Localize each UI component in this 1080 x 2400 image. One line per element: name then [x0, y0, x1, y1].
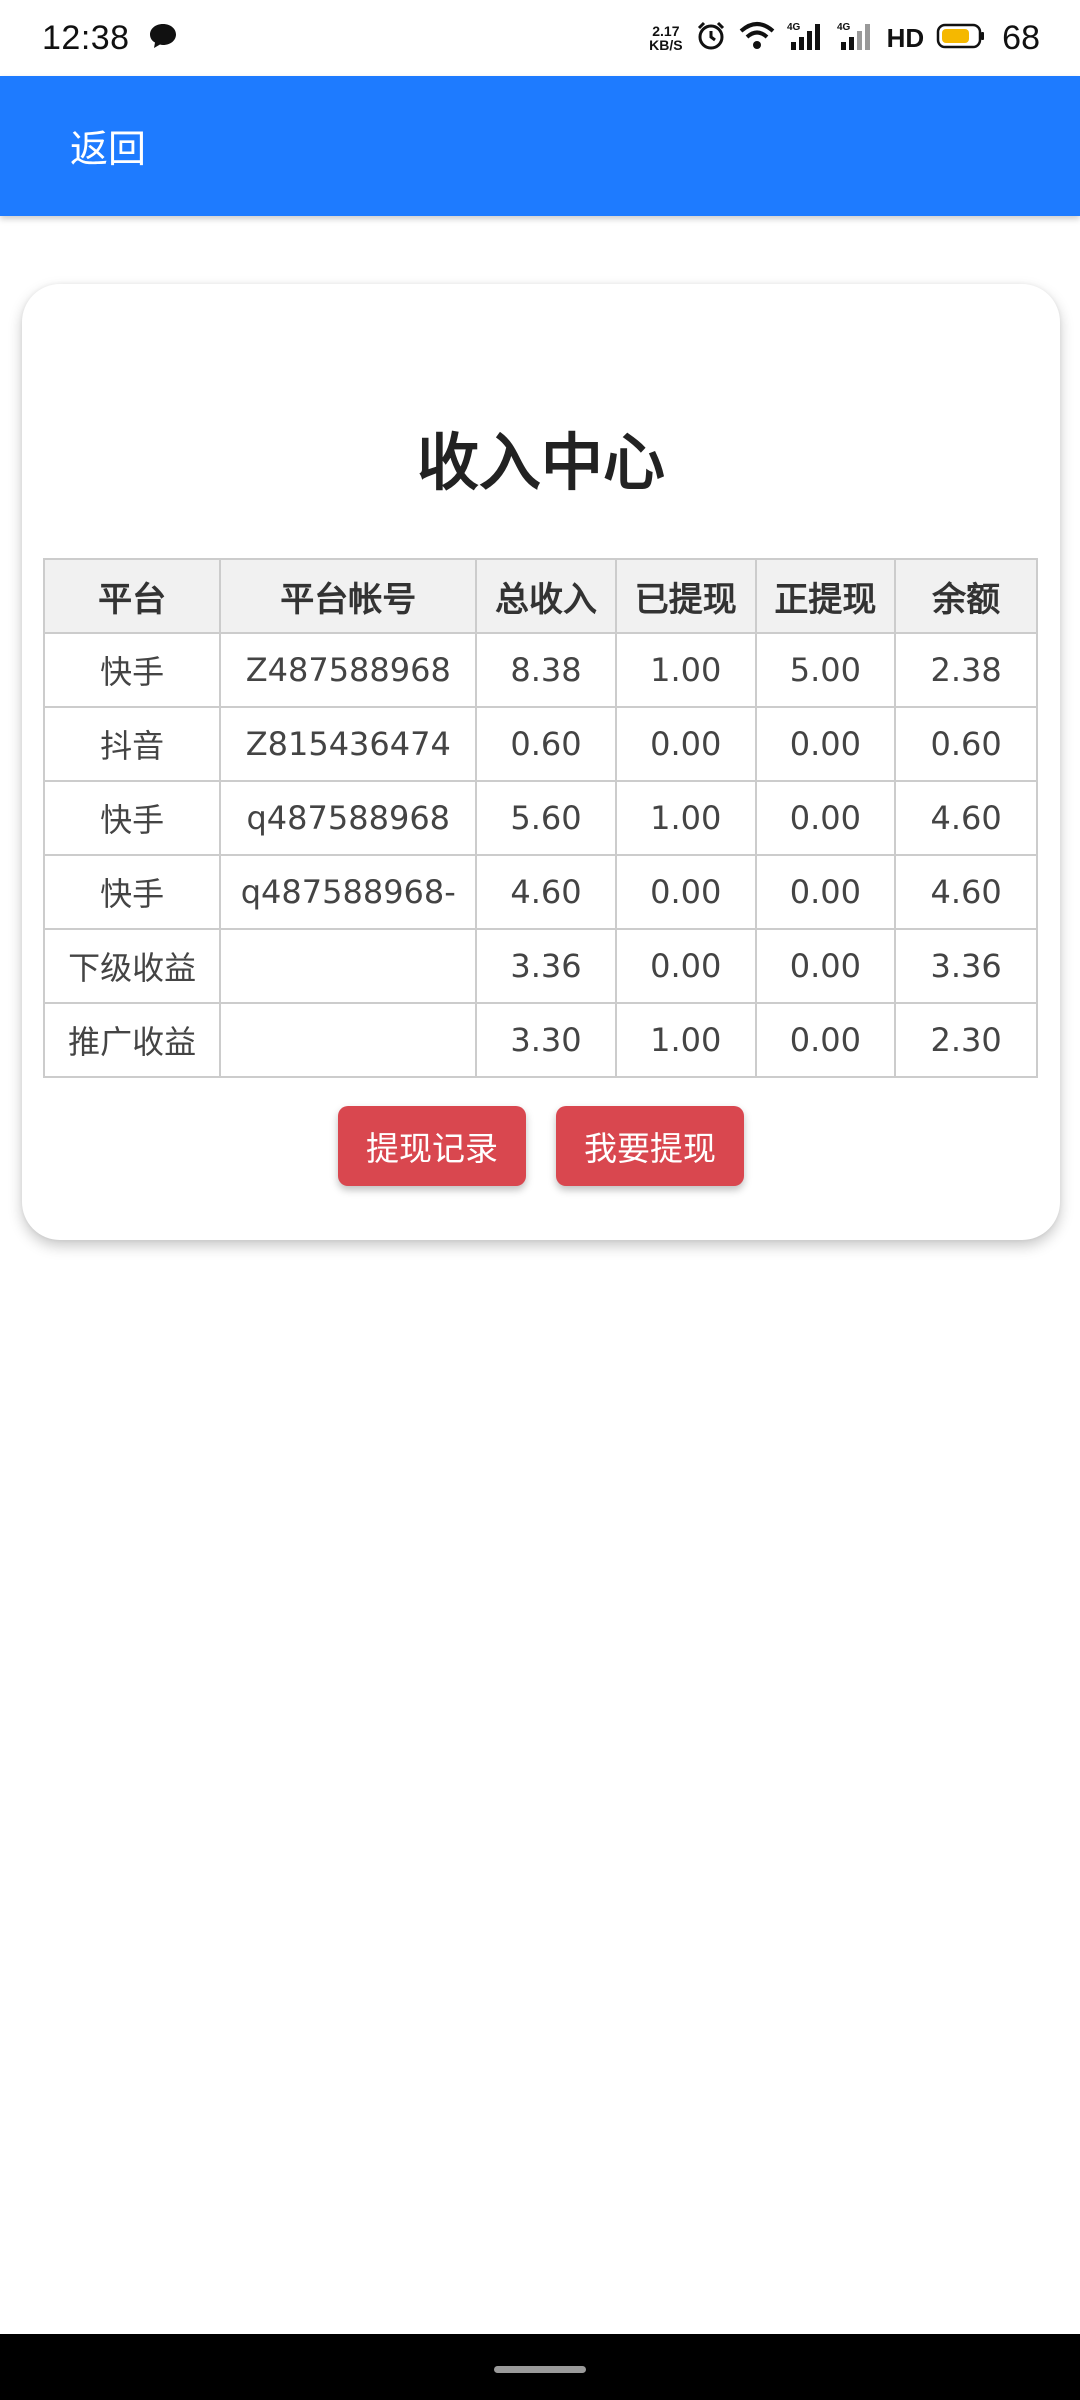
- cell-total-income: 8.38: [475, 632, 617, 708]
- income-table: 平台 平台帐号 总收入 已提现 正提现 余额 快手 Z487588968 8.3…: [42, 558, 1038, 1078]
- svg-text:4G: 4G: [787, 22, 801, 33]
- column-header-account: 平台帐号: [219, 558, 478, 634]
- cell-total-income: 4.60: [475, 854, 617, 930]
- cell-account: q487588968: [219, 780, 478, 856]
- net-speed-indicator: 2.17 KB/S: [649, 23, 683, 53]
- cell-total-income: 5.60: [475, 780, 617, 856]
- battery-percent: 68: [1002, 18, 1040, 57]
- table-header-row: 平台 平台帐号 总收入 已提现 正提现 余额: [42, 558, 1038, 634]
- withdraw-button[interactable]: 我要提现: [556, 1106, 744, 1186]
- cell-withdrawn: 0.00: [614, 706, 757, 782]
- cell-account: Z815436474: [219, 706, 478, 782]
- page-title: 收入中心: [416, 426, 665, 499]
- cell-platform: 快手: [42, 632, 222, 708]
- table-row: 快手 q487588968- 4.60 0.00 0.00 4.60: [42, 854, 1038, 930]
- status-bar: 12:38 2.17 KB/S 4G 4G HD 68: [0, 0, 1080, 76]
- table-row: 快手 q487588968 5.60 1.00 0.00 4.60: [42, 780, 1038, 856]
- cell-withdrawing: 5.00: [754, 632, 897, 708]
- battery-icon: [936, 22, 986, 54]
- cell-withdrawn: 0.00: [614, 854, 757, 930]
- cell-platform: 抖音: [42, 706, 222, 782]
- cell-balance: 3.36: [894, 928, 1038, 1004]
- column-header-withdrawing: 正提现: [754, 558, 897, 634]
- cell-platform: 快手: [42, 780, 222, 856]
- signal-4g-icon: 4G: [837, 20, 875, 56]
- column-header-total-income: 总收入: [475, 558, 617, 634]
- cell-account: q487588968-: [219, 854, 478, 930]
- cell-balance: 0.60: [894, 706, 1038, 782]
- svg-text:4G: 4G: [837, 22, 851, 33]
- back-button[interactable]: 返回: [70, 118, 146, 173]
- alarm-icon: [695, 20, 727, 56]
- cell-account: [219, 1002, 478, 1078]
- cell-account: [219, 928, 478, 1004]
- income-card: 收入中心 平台 平台帐号 总收入 已提现 正提现 余额 快手 Z48758896…: [22, 284, 1060, 1240]
- cell-balance: 4.60: [894, 780, 1038, 856]
- cell-total-income: 0.60: [475, 706, 617, 782]
- cell-account: Z487588968: [219, 632, 478, 708]
- action-buttons: 提现记录 我要提现: [22, 1106, 1060, 1186]
- app-header: 返回: [0, 76, 1080, 216]
- home-indicator[interactable]: [494, 2366, 586, 2373]
- cell-withdrawn: 1.00: [614, 780, 757, 856]
- cell-withdrawing: 0.00: [754, 780, 897, 856]
- cell-total-income: 3.36: [475, 928, 617, 1004]
- cell-withdrawing: 0.00: [754, 928, 897, 1004]
- cell-balance: 4.60: [894, 854, 1038, 930]
- message-icon: [148, 22, 178, 54]
- column-header-withdrawn: 已提现: [614, 558, 757, 634]
- cell-withdrawn: 0.00: [614, 928, 757, 1004]
- hd-indicator: HD: [886, 22, 925, 53]
- cell-platform: 推广收益: [42, 1002, 222, 1078]
- cell-platform: 下级收益: [42, 928, 222, 1004]
- cell-withdrawing: 0.00: [754, 1002, 897, 1078]
- cell-withdrawn: 1.00: [614, 1002, 757, 1078]
- table-row: 推广收益 3.30 1.00 0.00 2.30: [42, 1002, 1038, 1078]
- column-header-balance: 余额: [894, 558, 1038, 634]
- withdraw-records-button[interactable]: 提现记录: [338, 1106, 526, 1186]
- cell-withdrawing: 0.00: [754, 854, 897, 930]
- table-row: 下级收益 3.36 0.00 0.00 3.36: [42, 928, 1038, 1004]
- signal-4g-icon: 4G: [787, 20, 825, 56]
- cell-total-income: 3.30: [475, 1002, 617, 1078]
- status-time: 12:38: [42, 18, 130, 57]
- cell-balance: 2.30: [894, 1002, 1038, 1078]
- column-header-platform: 平台: [42, 558, 222, 634]
- cell-platform: 快手: [42, 854, 222, 930]
- cell-balance: 2.38: [894, 632, 1038, 708]
- system-nav-bar: [0, 2334, 1080, 2400]
- wifi-icon: [739, 21, 775, 55]
- table-row: 快手 Z487588968 8.38 1.00 5.00 2.38: [42, 632, 1038, 708]
- table-row: 抖音 Z815436474 0.60 0.00 0.00 0.60: [42, 706, 1038, 782]
- cell-withdrawing: 0.00: [754, 706, 897, 782]
- cell-withdrawn: 1.00: [614, 632, 757, 708]
